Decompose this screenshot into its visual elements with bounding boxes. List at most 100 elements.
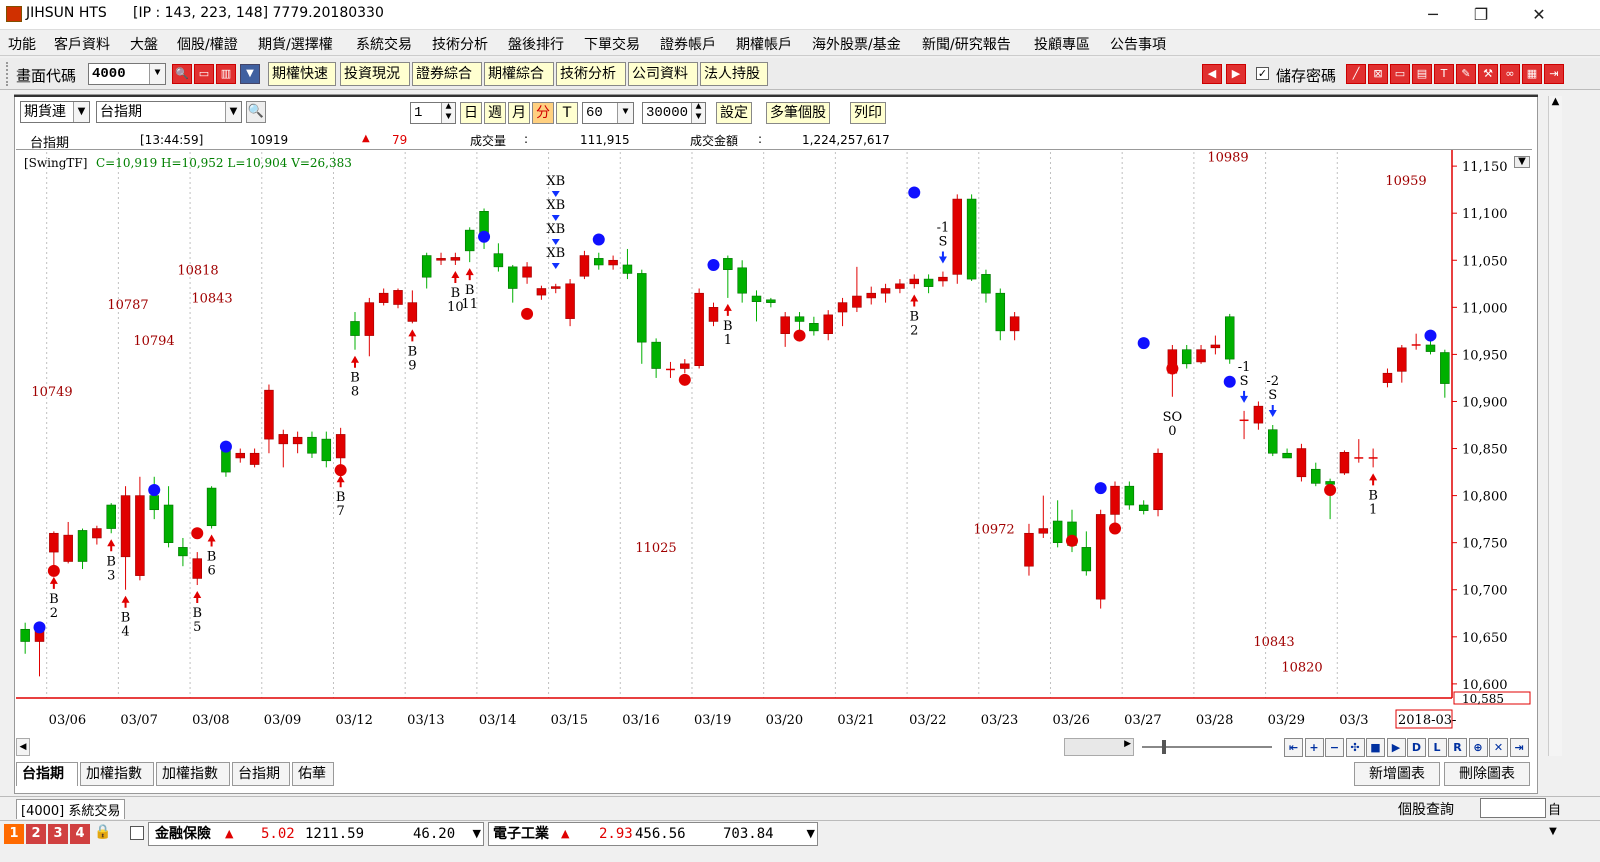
x-tick-label: 03/19 — [694, 713, 731, 728]
ticker-checkbox[interactable] — [130, 826, 144, 840]
minute-select[interactable]: 60 ▼ — [582, 102, 634, 124]
menu-item-8[interactable]: 下單交易 — [584, 34, 640, 54]
draw-icon[interactable]: ╱ — [1346, 64, 1366, 84]
group-1-button[interactable]: 1 — [4, 824, 24, 844]
folder-icon[interactable]: ▭ — [194, 64, 214, 84]
period-tab-3[interactable]: 分 — [532, 102, 554, 124]
period-tab-1[interactable]: 週 — [484, 102, 506, 124]
delete-chart-button[interactable]: 刪除圖表 — [1444, 762, 1530, 786]
product-type-select[interactable]: 期貨連 ▼ — [20, 101, 90, 123]
horizontal-scrollbar[interactable]: ▶ — [1064, 738, 1134, 756]
menu-item-0[interactable]: 功能 — [8, 34, 36, 54]
stock-search-input[interactable] — [1480, 798, 1546, 818]
toolbar-button-3[interactable]: 期權綜合 — [484, 62, 554, 86]
menu-item-14[interactable]: 公告事項 — [1110, 34, 1166, 54]
nav-zoom-in-icon[interactable]: + — [1304, 738, 1324, 757]
toolbar-button-1[interactable]: 投資現況 — [340, 62, 410, 86]
back-icon[interactable]: ◀ — [1202, 64, 1222, 84]
vertical-scrollbar[interactable]: ▲ — [1548, 96, 1562, 756]
menu-item-13[interactable]: 投顧專區 — [1034, 34, 1090, 54]
screen-code-input[interactable]: 4000 ▼ — [88, 63, 166, 85]
menu-item-10[interactable]: 期權帳戶 — [736, 34, 792, 54]
bar-count-input[interactable]: 30000 ▲ ▼ — [642, 102, 706, 124]
nav-r-icon[interactable]: R — [1448, 738, 1467, 757]
nav-last-icon[interactable]: ⇥ — [1509, 738, 1529, 757]
exit-icon[interactable]: ⇥ — [1544, 64, 1564, 84]
chart-menu-icon[interactable]: ▼ — [1514, 156, 1530, 168]
nav-l-icon[interactable]: L — [1427, 738, 1447, 757]
nav-magnify-icon[interactable]: ⊕ — [1468, 738, 1488, 757]
save-password-checkbox[interactable]: ✓ — [1256, 67, 1269, 80]
pen-icon[interactable]: ✎ — [1456, 64, 1476, 84]
group-4-button[interactable]: 4 — [70, 824, 90, 844]
menu-item-7[interactable]: 盤後排行 — [508, 34, 564, 54]
calc-icon[interactable]: ▦ — [1522, 64, 1542, 84]
window-tab[interactable]: [4000] 系統交易 — [16, 799, 126, 819]
menu-item-1[interactable]: 客戶資料 — [54, 34, 110, 54]
nav-close-icon[interactable]: ✕ — [1489, 738, 1508, 757]
chart-tab-0[interactable]: 台指期 — [16, 762, 78, 786]
chart-tab-4[interactable]: 佑華 — [292, 762, 334, 786]
lock-icon[interactable]: 🔒 — [94, 824, 112, 844]
menu-item-11[interactable]: 海外股票/基金 — [812, 34, 901, 54]
menu-item-2[interactable]: 大盤 — [130, 34, 158, 54]
menu-item-12[interactable]: 新聞/研究報告 — [922, 34, 1011, 54]
restore-button[interactable]: ❐ — [1466, 4, 1496, 26]
period-tab-2[interactable]: 月 — [508, 102, 530, 124]
minimize-button[interactable]: ─ — [1418, 4, 1448, 26]
toolbar-button-6[interactable]: 法人持股 — [700, 62, 768, 86]
chart-tab-3[interactable]: 台指期 — [232, 762, 290, 786]
zoom-slider[interactable] — [1142, 738, 1278, 756]
chart-tab-1[interactable]: 加權指數 — [80, 762, 154, 786]
tools-icon[interactable]: ⚒ — [1478, 64, 1498, 84]
product-name-select[interactable]: 台指期 ▼ — [96, 101, 242, 123]
nav-first-icon[interactable]: ⇤ — [1284, 738, 1303, 757]
forward-icon[interactable]: ▶ — [1226, 64, 1246, 84]
nav-zoom-out-icon[interactable]: − — [1325, 738, 1344, 757]
period-tab-0[interactable]: 日 — [460, 102, 482, 124]
ticker-sector-2[interactable]: 電子工業 ▲ 2.93 456.56 703.84 ▼ — [488, 822, 818, 846]
text-icon[interactable]: T — [1434, 64, 1454, 84]
chart-icon[interactable]: ▥ — [216, 64, 236, 84]
settings-button[interactable]: 設定 — [716, 102, 752, 124]
menu-item-5[interactable]: 系統交易 — [356, 34, 412, 54]
toolbar-button-0[interactable]: 期權快速 — [268, 62, 336, 86]
add-chart-button[interactable]: 新增圖表 — [1354, 762, 1440, 786]
close-all-icon[interactable]: ⊠ — [1368, 64, 1388, 84]
toolbar-button-5[interactable]: 公司資料 — [628, 62, 698, 86]
ticker-dropdown-icon[interactable]: ▼ — [1546, 826, 1560, 842]
toolbar-button-4[interactable]: 技術分析 — [556, 62, 626, 86]
menu-item-4[interactable]: 期貨/選擇權 — [258, 34, 333, 54]
ticker-sector-1[interactable]: 金融保險 ▲ 5.02 1211.59 46.20 ▼ — [148, 822, 484, 846]
candle — [20, 622, 30, 654]
group-2-button[interactable]: 2 — [26, 824, 46, 844]
window-icon[interactable]: ▭ — [1390, 64, 1410, 84]
nav-play-icon[interactable]: ▶ — [1386, 738, 1406, 757]
menu-item-9[interactable]: 證券帳戶 — [660, 34, 716, 54]
candle — [149, 476, 159, 520]
nav-stop-icon[interactable]: ■ — [1366, 738, 1385, 757]
sell-signal-s: S — [938, 235, 947, 250]
candle-body — [966, 198, 977, 280]
layout-icon[interactable]: ▤ — [1412, 64, 1432, 84]
link-icon[interactable]: ∞ — [1500, 64, 1520, 84]
candle — [880, 283, 891, 303]
dropdown-icon[interactable]: ▼ — [240, 64, 260, 84]
period-count-input[interactable]: 1 ▲ ▼ — [410, 102, 456, 124]
product-search-icon[interactable]: 🔍 — [246, 101, 266, 123]
menu-item-3[interactable]: 個股/權證 — [177, 34, 238, 54]
scroll-left-icon[interactable]: ◀ — [16, 738, 30, 756]
chart-tab-2[interactable]: 加權指數 — [156, 762, 230, 786]
print-button[interactable]: 列印 — [850, 102, 886, 124]
search-icon[interactable]: 🔍 — [172, 64, 192, 84]
toolbar-button-2[interactable]: 證券綜合 — [412, 62, 482, 86]
close-button[interactable]: ✕ — [1524, 4, 1554, 26]
candlestick-chart[interactable]: B2B3B4B5B6B7B8B9B10B11B1B2B1-1S-1S -2SSO0… — [16, 150, 1532, 740]
group-3-button[interactable]: 3 — [48, 824, 68, 844]
nav-d-icon[interactable]: D — [1407, 738, 1426, 757]
candle-body — [106, 504, 116, 529]
period-tab-4[interactable]: T — [556, 102, 578, 124]
multi-stock-button[interactable]: 多筆個股 — [766, 102, 830, 124]
nav-move-icon[interactable]: ✣ — [1345, 738, 1365, 757]
menu-item-6[interactable]: 技術分析 — [432, 34, 488, 54]
